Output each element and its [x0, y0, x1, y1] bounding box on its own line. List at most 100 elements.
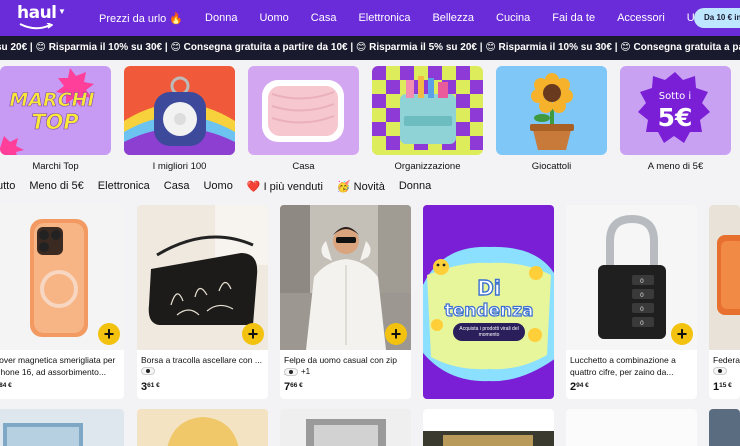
- banner-title-line2: tendenza: [445, 301, 534, 321]
- toys-image: [496, 66, 607, 155]
- nav-item-electronics[interactable]: Elettronica: [347, 12, 421, 24]
- home-image: [248, 66, 359, 155]
- nav-item-beauty[interactable]: Bellezza: [421, 12, 485, 24]
- airtag-art: [124, 76, 235, 155]
- nav-item-kitchen[interactable]: Cucina: [485, 12, 541, 24]
- color-swatches: [141, 367, 155, 375]
- product-price: 294 €: [570, 381, 589, 393]
- tab-men[interactable]: Uomo: [203, 180, 232, 192]
- pillowcase-art: [717, 235, 740, 315]
- pillow-art: [262, 80, 344, 142]
- product-image: [306, 419, 386, 446]
- product-card-peek[interactable]: [0, 409, 124, 446]
- color-swatches: +1: [284, 367, 310, 376]
- tab-under-5[interactable]: Meno di 5€: [29, 180, 83, 192]
- under-5-badge-art: Sotto i 5€: [638, 72, 710, 143]
- tab-best-sellers[interactable]: ❤️ I più venduti: [247, 180, 323, 193]
- category-label: Marchi Top: [32, 161, 79, 172]
- best-100-image: [124, 66, 235, 155]
- product-card-peek[interactable]: [280, 409, 411, 446]
- banner-title-line1: Di: [477, 276, 500, 300]
- category-tile-organization[interactable]: Organizzazione: [372, 66, 483, 172]
- promo-strip-text: su 20€ | 😊 Risparmia il 10% su 30€ | 😊 C…: [0, 42, 740, 53]
- smile-arrow-icon: [19, 23, 53, 30]
- price-filter-pill[interactable]: Da 10 € in: [694, 8, 740, 28]
- top-brands-image: MARCHI TOP: [0, 66, 111, 155]
- tab-new[interactable]: 🥳 Novità: [337, 180, 385, 193]
- top-brands-art: MARCHI TOP: [0, 68, 95, 155]
- product-image: [3, 423, 83, 446]
- banner-subtitle: Acquista i prodotti virali del momento: [459, 326, 519, 338]
- product-card-peek[interactable]: [709, 409, 740, 446]
- add-to-cart-button[interactable]: +: [671, 323, 693, 345]
- badge-caption: Sotto i: [659, 91, 691, 102]
- product-card[interactable]: Federa 115 €: [709, 205, 740, 399]
- svg-text:TOP: TOP: [31, 110, 79, 134]
- category-carousel: MARCHI TOP Marchi Top I migliori 100 Cas…: [0, 66, 740, 176]
- color-swatch[interactable]: [713, 367, 727, 375]
- svg-text:0: 0: [640, 278, 644, 285]
- category-label: I migliori 100: [152, 161, 207, 172]
- nav-item-home[interactable]: Casa: [300, 12, 348, 24]
- haul-logo[interactable]: haul ▼: [17, 4, 67, 32]
- color-swatches: [713, 367, 727, 375]
- trending-banner-art: Di tendenza Acquista i prodotti virali d…: [423, 246, 554, 382]
- category-tile-top-brands[interactable]: MARCHI TOP Marchi Top: [0, 66, 111, 172]
- add-to-cart-button[interactable]: +: [385, 323, 407, 345]
- category-tile-toys[interactable]: Giocattoli: [496, 66, 607, 172]
- nav-menu: Prezzi da urlo 🔥 Donna Uomo Casa Elettro…: [88, 0, 728, 36]
- haul-page: haul ▼ Prezzi da urlo 🔥 Donna Uomo Casa …: [0, 0, 740, 446]
- color-swatch[interactable]: [284, 367, 298, 376]
- more-colors-count[interactable]: +1: [301, 367, 310, 376]
- tab-home[interactable]: Casa: [164, 180, 190, 192]
- filter-tabs: utto Meno di 5€ Elettronica Casa Uomo ❤️…: [0, 178, 740, 194]
- category-label: A meno di 5€: [647, 161, 704, 172]
- product-card[interactable]: + Felpe da uomo casual con zip ... +1 76…: [280, 205, 411, 399]
- category-tile-under-5[interactable]: Sotto i 5€ A meno di 5€: [620, 66, 731, 172]
- product-image: [167, 417, 239, 446]
- product-card-peek[interactable]: [566, 409, 697, 446]
- product-image: [709, 205, 740, 350]
- product-price: 766 €: [284, 381, 303, 393]
- add-to-cart-button[interactable]: +: [242, 323, 264, 345]
- product-image: [423, 431, 554, 446]
- product-grid: + Cover magnetica smerigliata per iPhone…: [0, 205, 740, 446]
- category-tile-home[interactable]: Casa: [248, 66, 359, 172]
- product-card[interactable]: 0 0 0 0 + Lucchetto a combinazione a quattr…: [566, 205, 697, 399]
- sunflower-art: [530, 73, 574, 150]
- product-card-peek[interactable]: [137, 409, 268, 446]
- nav-item-women[interactable]: Donna: [194, 12, 248, 24]
- nav-item-men[interactable]: Uomo: [248, 12, 299, 24]
- svg-text:0: 0: [640, 306, 644, 313]
- chevron-down-icon[interactable]: ▼: [58, 7, 66, 16]
- svg-text:MARCHI: MARCHI: [9, 89, 94, 111]
- category-tile-best-100[interactable]: I migliori 100: [124, 66, 235, 172]
- tab-women[interactable]: Donna: [399, 180, 431, 192]
- nav-item-accessories[interactable]: Accessori: [606, 12, 676, 24]
- category-label: Casa: [292, 161, 315, 172]
- product-card-peek[interactable]: [423, 409, 554, 446]
- trending-banner[interactable]: Di tendenza Acquista i prodotti virali d…: [423, 205, 554, 399]
- promo-strip: su 20€ | 😊 Risparmia il 10% su 30€ | 😊 C…: [0, 36, 740, 60]
- nav-item-deals[interactable]: Prezzi da urlo 🔥: [88, 12, 194, 25]
- tab-all[interactable]: utto: [0, 180, 15, 192]
- nav-item-diy[interactable]: Fai da te: [541, 12, 606, 24]
- product-card[interactable]: + Borsa a tracolla ascellare con ... 361…: [137, 205, 268, 399]
- category-label: Giocattoli: [531, 161, 572, 172]
- organizer-art: [372, 66, 483, 150]
- add-to-cart-button[interactable]: +: [98, 323, 120, 345]
- product-title: Cover magnetica smerigliata per iPhone 1…: [0, 355, 116, 377]
- product-price: 361 €: [141, 381, 160, 393]
- color-swatch[interactable]: [141, 367, 155, 375]
- top-nav: haul ▼ Prezzi da urlo 🔥 Donna Uomo Casa …: [0, 0, 740, 36]
- svg-text:0: 0: [640, 320, 644, 327]
- product-card[interactable]: + Cover magnetica smerigliata per iPhone…: [0, 205, 124, 399]
- product-title: Borsa a tracolla ascellare con ...: [141, 355, 262, 365]
- svg-text:0: 0: [640, 292, 644, 299]
- under-5-image: Sotto i 5€: [620, 66, 731, 155]
- badge-amount: 5€: [658, 103, 693, 132]
- tab-electronics[interactable]: Elettronica: [98, 180, 150, 192]
- product-price: 115 €: [713, 381, 732, 393]
- product-price: 284 €: [0, 382, 12, 389]
- category-label: Organizzazione: [394, 161, 461, 172]
